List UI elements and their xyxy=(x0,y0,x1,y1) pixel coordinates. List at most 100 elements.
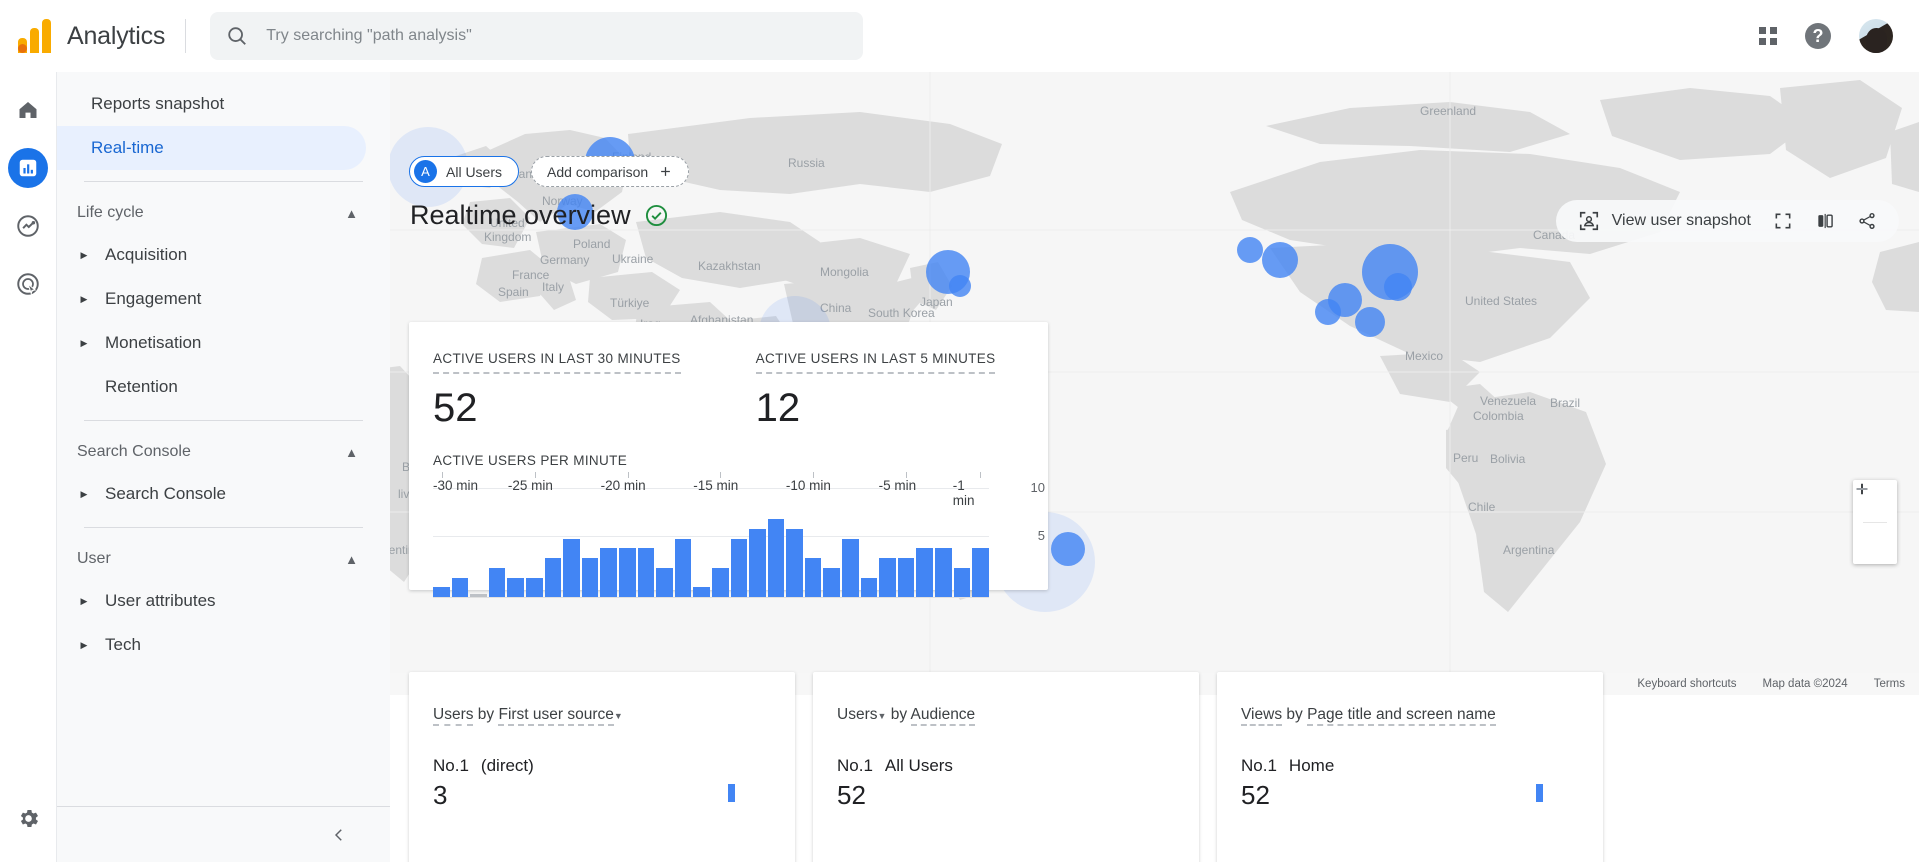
map-bubble[interactable] xyxy=(1237,237,1263,263)
chart-bar[interactable] xyxy=(749,528,766,597)
chevron-down-icon[interactable]: ▼ xyxy=(877,711,886,721)
chart-tickmark xyxy=(812,472,814,478)
chart-bar[interactable] xyxy=(767,519,785,597)
map-label: Kingdom xyxy=(484,230,532,244)
map-bubble[interactable] xyxy=(949,275,971,297)
card-users-by-first-user-source: Users by First user source▼ No.1 (direct… xyxy=(409,672,795,862)
card-metric-label[interactable]: Views xyxy=(1241,706,1283,726)
map-label: Türkiye xyxy=(610,296,650,310)
chart-xtick-label: -25 min xyxy=(507,478,553,493)
sidebar-item-label: Reports snapshot xyxy=(91,94,225,113)
sidebar-item-tech[interactable]: ▶ Tech xyxy=(57,623,390,667)
chevron-down-icon[interactable]: ▼ xyxy=(614,711,623,721)
chart-bar[interactable] xyxy=(823,567,841,597)
collapse-sidebar-button[interactable] xyxy=(57,806,390,862)
map-bubble[interactable] xyxy=(1262,242,1298,278)
chart-bar[interactable] xyxy=(618,548,636,597)
terms-link[interactable]: Terms xyxy=(1874,678,1905,690)
chart-bar[interactable] xyxy=(711,567,729,597)
map-bubble[interactable] xyxy=(1315,299,1341,325)
share-button[interactable] xyxy=(1857,211,1877,231)
map-zoom-out-button[interactable] xyxy=(1853,488,1897,565)
active-users-5min: ACTIVE USERS IN LAST 5 MINUTES 12 xyxy=(755,350,996,431)
sidebar-item-acquisition[interactable]: ▶ Acquisition xyxy=(57,233,390,277)
compare-button[interactable] xyxy=(1815,211,1835,231)
chart-bar[interactable] xyxy=(470,594,487,597)
chart-ytick-5: 5 xyxy=(1037,528,1045,544)
verified-check-icon xyxy=(645,204,667,227)
card-metric-label[interactable]: Users xyxy=(837,706,877,723)
map-label: Argentina xyxy=(1503,543,1555,557)
chart-bar[interactable] xyxy=(525,577,543,597)
chart-bar[interactable] xyxy=(507,577,524,597)
search-bar[interactable] xyxy=(210,12,864,60)
chart-bar[interactable] xyxy=(730,538,748,597)
chip-all-users[interactable]: A All Users xyxy=(409,156,520,187)
sidebar-item-monetisation[interactable]: ▶ Monetisation xyxy=(57,321,390,365)
grid-apps-icon[interactable] xyxy=(1759,27,1777,45)
card-dimension-label[interactable]: Audience xyxy=(910,706,976,726)
sidebar-group-life-cycle[interactable]: Life cycle ▲ xyxy=(57,193,390,233)
sidebar-item-engagement[interactable]: ▶ Engagement xyxy=(57,277,390,321)
sidebar-group-search-console[interactable]: Search Console ▲ xyxy=(57,432,390,472)
chart-bar[interactable] xyxy=(637,548,655,597)
view-user-snapshot-button[interactable]: View user snapshot xyxy=(1578,210,1751,232)
rail-item-admin[interactable] xyxy=(8,798,48,838)
chart-axis-line xyxy=(433,597,989,598)
chart-bar[interactable] xyxy=(935,548,952,597)
chart-bar[interactable] xyxy=(897,558,915,597)
card-metric-label[interactable]: Users xyxy=(433,706,474,726)
page-title: Realtime overview xyxy=(410,200,631,230)
chart-bar[interactable] xyxy=(916,548,934,597)
sidebar-item-reports-snapshot[interactable]: Reports snapshot xyxy=(57,82,366,126)
avatar[interactable] xyxy=(1859,19,1893,53)
chart-bar[interactable] xyxy=(879,558,896,597)
chevron-up-icon: ▲ xyxy=(345,205,358,221)
fullscreen-button[interactable] xyxy=(1773,211,1793,231)
active-users-per-minute-chart[interactable]: 10 5 -30 min -25 min -20 min -15 min -10 min… xyxy=(433,472,1045,598)
chart-bar[interactable] xyxy=(600,548,617,597)
map-bubble[interactable] xyxy=(1355,307,1385,337)
keyboard-shortcuts-link[interactable]: Keyboard shortcuts xyxy=(1637,678,1736,690)
rail-item-reports[interactable] xyxy=(8,148,48,188)
chart-bar[interactable] xyxy=(804,558,822,597)
chart-bar[interactable] xyxy=(860,577,878,597)
search-input[interactable] xyxy=(266,27,848,45)
sidebar-item-user-attributes[interactable]: ▶ User attributes xyxy=(57,579,390,623)
chart-bar[interactable] xyxy=(433,587,450,597)
card-connector: by xyxy=(1286,706,1303,723)
chart-bar[interactable] xyxy=(563,538,580,597)
map-label: Colombia xyxy=(1473,409,1524,423)
chart-bar[interactable] xyxy=(842,538,859,597)
sidebar-item-real-time[interactable]: Real-time xyxy=(57,126,366,170)
metric-row: ACTIVE USERS IN LAST 30 MINUTES 52 ACTIV… xyxy=(433,350,1024,431)
card-dimension-label[interactable]: First user source xyxy=(498,706,614,726)
map-bubble[interactable] xyxy=(1384,273,1412,301)
chart-bar[interactable] xyxy=(953,567,971,597)
chart-bar[interactable] xyxy=(972,548,989,597)
left-rail xyxy=(0,72,57,862)
chart-bar[interactable] xyxy=(488,567,506,597)
chart-bar[interactable] xyxy=(581,558,599,597)
card-value: 52 xyxy=(837,780,866,810)
search-icon xyxy=(228,27,247,45)
chart-bar[interactable] xyxy=(786,528,803,597)
rail-item-explore[interactable] xyxy=(8,206,48,246)
chart-bar[interactable] xyxy=(656,567,673,597)
chart-bar[interactable] xyxy=(451,577,469,597)
chart-bar[interactable] xyxy=(693,587,710,597)
chart-bar[interactable] xyxy=(674,538,692,597)
sidebar-item-search-console[interactable]: ▶ Search Console xyxy=(57,472,390,516)
card-rank-value: (direct) xyxy=(480,756,534,775)
chevron-left-icon xyxy=(334,828,342,841)
rail-item-advertising[interactable] xyxy=(8,264,48,304)
chart-bar[interactable] xyxy=(544,558,562,597)
add-comparison-button[interactable]: Add comparison xyxy=(531,156,690,187)
rail-item-home[interactable] xyxy=(8,90,48,130)
card-value: 3 xyxy=(433,780,448,810)
sidebar-group-user[interactable]: User ▲ xyxy=(57,539,390,579)
help-question-icon[interactable]: ? xyxy=(1805,23,1831,49)
card-rank-row: No.1 Home xyxy=(1241,756,1579,776)
sidebar-item-retention[interactable]: Retention xyxy=(57,365,390,409)
card-dimension-label[interactable]: Page title and screen name xyxy=(1307,706,1496,726)
